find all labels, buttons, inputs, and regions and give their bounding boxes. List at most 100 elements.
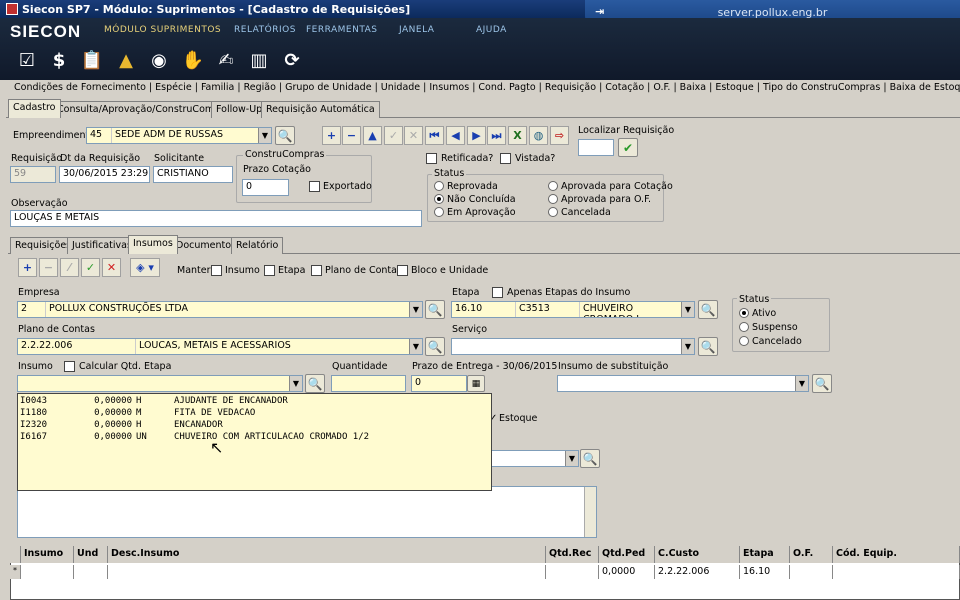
observacao-insumo-textarea[interactable] [17, 486, 597, 538]
search-empreendimento-button[interactable]: 🔍 [275, 126, 295, 145]
vistada-checkbox[interactable] [500, 153, 511, 167]
status-suspenso-radio[interactable] [739, 322, 749, 335]
boxes-icon[interactable]: ▲ [115, 48, 137, 72]
servico-select[interactable]: ▼ [451, 338, 695, 355]
tab-follow-up[interactable]: Follow-Up [211, 101, 268, 118]
chevron-down-icon[interactable]: ▼ [681, 302, 694, 317]
up-button[interactable]: ▲ [363, 126, 382, 145]
cell-qtd-rec[interactable] [546, 565, 599, 579]
insumo-edit-button[interactable]: ⁄ [60, 258, 79, 277]
textarea-scrollbar[interactable] [584, 487, 596, 537]
col-c-custo[interactable]: C.Custo [655, 546, 740, 563]
localizar-input[interactable] [578, 139, 614, 156]
etapa-select[interactable]: 16.10 C3513 CHUVEIRO CROMADO I ▼ [451, 301, 695, 318]
subtab-justificativas[interactable]: Justificativas [67, 237, 137, 254]
localizar-go-button[interactable]: ✔ [618, 138, 638, 157]
chevron-down-icon[interactable]: ▼ [795, 376, 808, 391]
empreendimento-select[interactable]: 45 SEDE ADM DE RUSSAS ▼ [86, 127, 272, 144]
status-reprovada-radio[interactable] [434, 181, 444, 194]
col-of[interactable]: O.F. [790, 546, 833, 563]
menu-ajuda[interactable]: AJUDA [476, 25, 507, 35]
list-item[interactable]: I6167 0,00000 UN CHUVEIRO COM ARTICULACA… [18, 432, 491, 444]
buildings-icon[interactable]: ▥ [248, 48, 270, 72]
cell-qtd-ped[interactable]: 0,0000 [599, 565, 655, 579]
table-row[interactable]: * 0,0000 2.2.22.006 16.10 [10, 565, 960, 579]
add-button[interactable]: + [322, 126, 341, 145]
manter-insumo-checkbox[interactable] [211, 265, 222, 279]
exportado-checkbox[interactable] [309, 181, 320, 195]
manter-plano-checkbox[interactable] [311, 265, 322, 279]
search-servico-button[interactable]: 🔍 [698, 337, 718, 356]
tab-requisicao-automatica[interactable]: Requisição Automática [261, 101, 380, 118]
solicitante-field[interactable]: CRISTIANO [153, 166, 233, 183]
prev-record-button[interactable]: ◀ [446, 126, 465, 145]
status-ativo-radio[interactable] [739, 308, 749, 321]
subtab-relatorio[interactable]: Relatório [231, 237, 284, 254]
menu-janela[interactable]: JANELA [399, 25, 434, 35]
calcular-qtd-checkbox[interactable] [64, 361, 75, 375]
menu-ferramentas[interactable]: FERRAMENTAS [306, 25, 378, 35]
col-desc-insumo[interactable]: Desc.Insumo [108, 546, 546, 563]
prazo-entrega-field[interactable]: 0 [411, 375, 467, 392]
substituicao-select[interactable]: ▼ [557, 375, 809, 392]
cancel-button[interactable]: ✕ [404, 126, 423, 145]
col-und[interactable]: Und [74, 546, 108, 563]
shortcut-links[interactable]: Condições de Fornecimento | Espécie | Fa… [14, 82, 960, 93]
search-empresa-button[interactable]: 🔍 [425, 300, 445, 319]
checklist-icon[interactable]: ☑ [16, 48, 38, 72]
status-nao-concluida-radio[interactable] [434, 194, 444, 207]
cell-etapa[interactable]: 16.10 [740, 565, 790, 579]
insumo-save-button[interactable]: ✓ [81, 258, 100, 277]
document-hand-icon[interactable]: ✍ [215, 48, 237, 72]
col-etapa[interactable]: Etapa [740, 546, 790, 563]
refresh-icon[interactable]: ⟳ [281, 48, 303, 72]
status-em-aprovacao-radio[interactable] [434, 207, 444, 220]
search-etapa-button[interactable]: 🔍 [698, 300, 718, 319]
pin-icon[interactable]: ⇥ [595, 5, 604, 18]
chevron-down-icon[interactable]: ▼ [258, 128, 271, 143]
col-qtd-rec[interactable]: Qtd.Rec [546, 546, 599, 563]
retificada-checkbox[interactable] [426, 153, 437, 167]
tag-menu-button[interactable]: ◈ ▾ [130, 258, 160, 277]
search-hidden-button[interactable]: 🔍 [580, 449, 600, 468]
last-record-button[interactable]: ⏭ [487, 126, 506, 145]
status-cancelado-radio[interactable] [739, 336, 749, 349]
remove-button[interactable]: − [342, 126, 361, 145]
chevron-down-icon[interactable]: ▼ [409, 302, 422, 317]
cell-c-custo[interactable]: 2.2.22.006 [655, 565, 740, 579]
money-bag-icon[interactable]: ◉ [148, 48, 170, 72]
search-insumo-button[interactable]: 🔍 [305, 374, 325, 393]
cell-desc[interactable] [108, 565, 546, 579]
handshake-icon[interactable]: ✋ [182, 48, 204, 72]
search-substituicao-button[interactable]: 🔍 [812, 374, 832, 393]
hidden-select[interactable]: ▼ [489, 450, 579, 467]
menu-relatorios[interactable]: RELATÓRIOS [234, 25, 296, 35]
chevron-down-icon[interactable]: ▼ [289, 376, 302, 391]
status-cancelada-radio[interactable] [548, 207, 558, 220]
empresa-select[interactable]: 2 POLLUX CONSTRUÇÕES LTDA ▼ [17, 301, 423, 318]
prazo-cotacao-field[interactable]: 0 [242, 179, 289, 196]
insumo-remove-button[interactable]: − [39, 258, 58, 277]
insumo-cancel-button[interactable]: ✕ [102, 258, 121, 277]
tab-cadastro[interactable]: Cadastro [8, 99, 61, 118]
status-aprovada-of-radio[interactable] [548, 194, 558, 207]
globe-icon[interactable]: ◍ [529, 126, 548, 145]
first-record-button[interactable]: ⏮ [425, 126, 444, 145]
calendar-icon[interactable]: ▦ [467, 375, 485, 392]
insumo-select[interactable]: ▼ [17, 375, 303, 392]
chevron-down-icon[interactable]: ▼ [681, 339, 694, 354]
cell-cod-equip[interactable] [833, 565, 960, 579]
dollar-icon[interactable]: $ [48, 48, 70, 72]
confirm-button[interactable]: ✓ [384, 126, 403, 145]
observacao-field[interactable]: LOUÇAS E METAIS [10, 210, 422, 227]
subtab-insumos[interactable]: Insumos [128, 235, 178, 254]
cell-insumo[interactable] [21, 565, 74, 579]
plano-contas-select[interactable]: 2.2.22.006 LOUCAS, METAIS E ACESSARIOS ▼ [17, 338, 423, 355]
menu-modulo-suprimentos[interactable]: MÓDULO SUPRIMENTOS [104, 25, 221, 35]
cell-und[interactable] [74, 565, 108, 579]
manter-etapa-checkbox[interactable] [264, 265, 275, 279]
list-item[interactable]: I2320 0,00000 H ENCANADOR [18, 420, 491, 432]
chevron-down-icon[interactable]: ▼ [565, 451, 578, 466]
exit-icon[interactable]: ⇨ [550, 126, 569, 145]
insumo-add-button[interactable]: + [18, 258, 37, 277]
